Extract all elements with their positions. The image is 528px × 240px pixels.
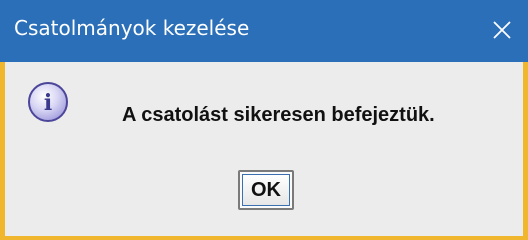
info-icon: i — [28, 82, 68, 122]
dialog-message: A csatolást sikeresen befejeztük. — [122, 104, 435, 126]
window-title: Csatolmányok kezelése — [14, 16, 250, 40]
close-button[interactable] — [482, 8, 522, 52]
dialog-window: Csatolmányok kezelése i A csatolást sike… — [0, 0, 528, 240]
close-icon — [493, 21, 511, 39]
dialog-content: i A csatolást sikeresen befejeztük. OK — [5, 62, 523, 236]
ok-button[interactable]: OK — [238, 170, 294, 210]
title-bar[interactable]: Csatolmányok kezelése — [0, 0, 528, 62]
ok-button-label: OK — [242, 174, 290, 206]
info-icon-glyph: i — [44, 90, 52, 116]
